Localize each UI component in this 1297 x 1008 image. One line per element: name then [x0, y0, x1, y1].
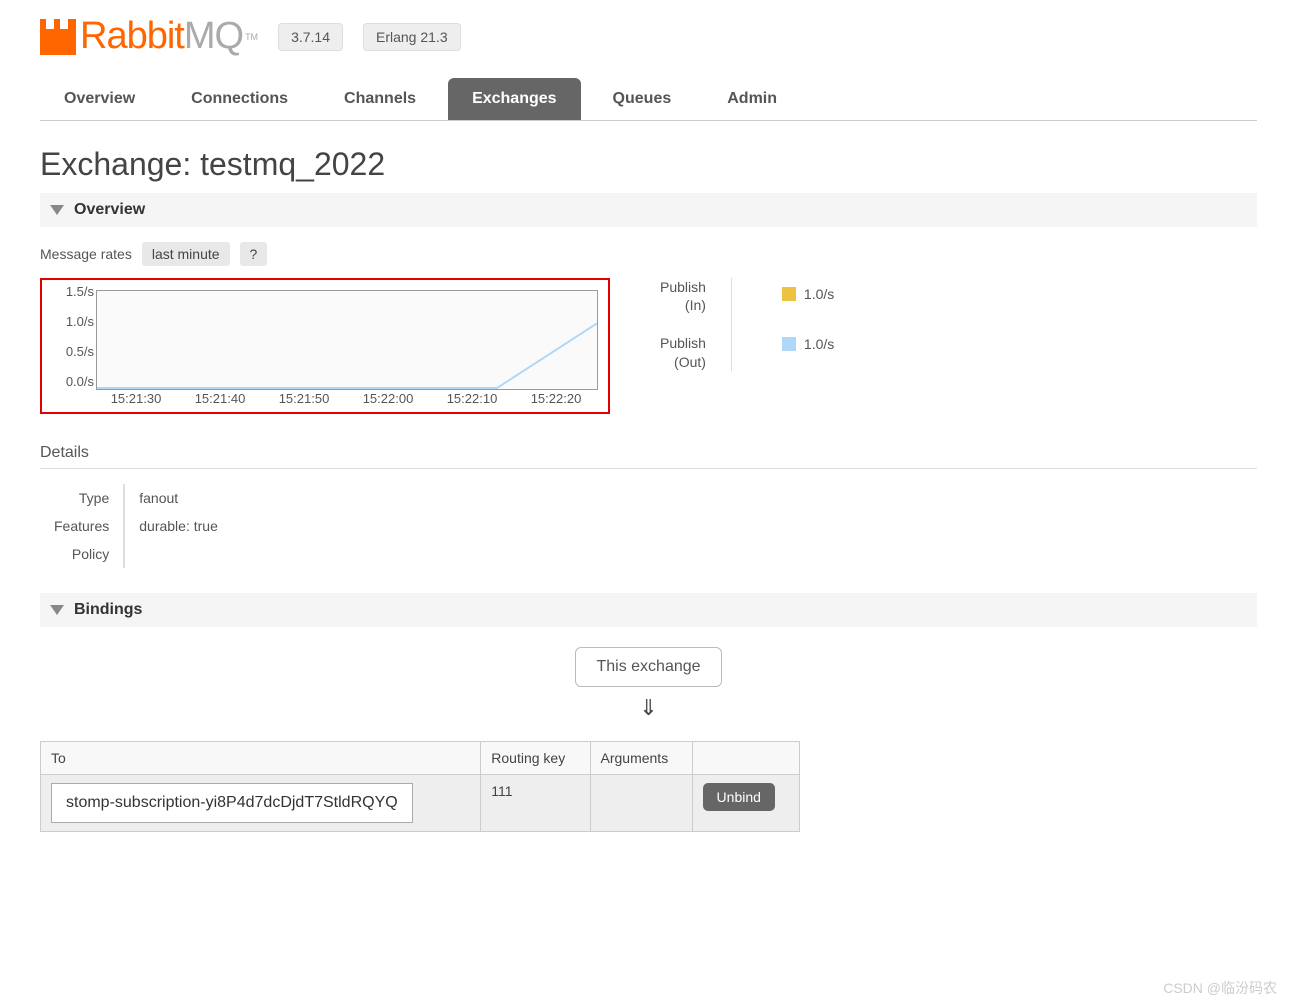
legend-out-line1: Publish	[660, 335, 706, 351]
logo-text-mq: MQ	[184, 15, 243, 57]
rates-chart: 1.5/s 1.0/s 0.5/s 0.0/s 15:21:30 15:21:4…	[48, 286, 602, 406]
detail-policy-value	[124, 540, 232, 568]
legend-in-line1: Publish	[660, 279, 706, 295]
erlang-badge: Erlang 21.3	[363, 23, 461, 51]
binding-routing-key: 111	[481, 775, 590, 832]
exchange-node: This exchange	[575, 647, 721, 687]
col-to: To	[41, 742, 481, 775]
swatch-gold-icon	[782, 287, 796, 301]
legend-in-line2: (In)	[685, 297, 706, 313]
binding-row: stomp-subscription-yi8P4d7dcDjdT7StldRQY…	[41, 775, 800, 832]
x-tick: 15:22:20	[531, 391, 582, 406]
rates-legend-labels: Publish (In) Publish (Out)	[660, 278, 732, 371]
section-overview-toggle[interactable]: Overview	[40, 193, 1257, 227]
message-rates-label: Message rates	[40, 246, 132, 262]
binding-arguments	[590, 775, 692, 832]
col-routing-key: Routing key	[481, 742, 590, 775]
rates-legend-values: 1.0/s 1.0/s	[782, 278, 834, 352]
y-tick: 0.0/s	[48, 374, 94, 389]
tab-admin[interactable]: Admin	[703, 78, 801, 120]
version-badge: 3.7.14	[278, 23, 343, 51]
logo[interactable]: RabbitMQ TM	[40, 15, 258, 58]
y-tick: 1.0/s	[48, 314, 94, 329]
section-overview-label: Overview	[74, 201, 145, 219]
x-tick: 15:21:50	[279, 391, 330, 406]
detail-features-value: durable: true	[124, 512, 232, 540]
series-publish-out	[97, 323, 597, 388]
chevron-down-icon	[50, 605, 64, 615]
help-icon[interactable]: ?	[240, 242, 268, 266]
logo-tm: TM	[245, 32, 258, 42]
y-tick: 0.5/s	[48, 344, 94, 359]
app-header: RabbitMQ TM 3.7.14 Erlang 21.3	[40, 0, 1257, 68]
section-bindings-label: Bindings	[74, 601, 142, 619]
publish-in-value: 1.0/s	[804, 286, 834, 302]
x-tick: 15:21:40	[195, 391, 246, 406]
detail-features-label: Features	[40, 512, 124, 540]
tab-exchanges[interactable]: Exchanges	[448, 78, 580, 120]
chevron-down-icon	[50, 205, 64, 215]
x-tick: 15:22:10	[447, 391, 498, 406]
y-tick: 1.5/s	[48, 284, 94, 299]
watermark: CSDN @临汾码农	[1163, 978, 1277, 998]
tab-queues[interactable]: Queues	[589, 78, 696, 120]
tab-connections[interactable]: Connections	[167, 78, 312, 120]
logo-text-main: Rabbit	[80, 15, 184, 57]
bindings-table: To Routing key Arguments stomp-subscript…	[40, 741, 800, 832]
arrow-down-icon: ⇓	[639, 695, 657, 721]
rates-period-select[interactable]: last minute	[142, 242, 230, 266]
rabbit-icon	[40, 19, 76, 55]
detail-type-value: fanout	[124, 484, 232, 512]
page-title: Exchange: testmq_2022	[40, 146, 1257, 183]
tab-channels[interactable]: Channels	[320, 78, 440, 120]
col-arguments: Arguments	[590, 742, 692, 775]
publish-out-value: 1.0/s	[804, 336, 834, 352]
legend-out-line2: (Out)	[674, 354, 706, 370]
col-action	[692, 742, 799, 775]
x-tick: 15:22:00	[363, 391, 414, 406]
binding-destination[interactable]: stomp-subscription-yi8P4d7dcDjdT7StldRQY…	[51, 783, 413, 823]
details-table: Type fanout Features durable: true Polic…	[40, 484, 232, 568]
x-tick: 15:21:30	[111, 391, 162, 406]
detail-type-label: Type	[40, 484, 124, 512]
rates-chart-highlight: 1.5/s 1.0/s 0.5/s 0.0/s 15:21:30 15:21:4…	[40, 278, 610, 414]
detail-policy-label: Policy	[40, 540, 124, 568]
tab-overview[interactable]: Overview	[40, 78, 159, 120]
details-heading: Details	[40, 444, 1257, 469]
unbind-button[interactable]: Unbind	[703, 783, 775, 811]
nav-tabs: Overview Connections Channels Exchanges …	[40, 78, 1257, 121]
section-bindings-toggle[interactable]: Bindings	[40, 593, 1257, 627]
swatch-blue-icon	[782, 337, 796, 351]
